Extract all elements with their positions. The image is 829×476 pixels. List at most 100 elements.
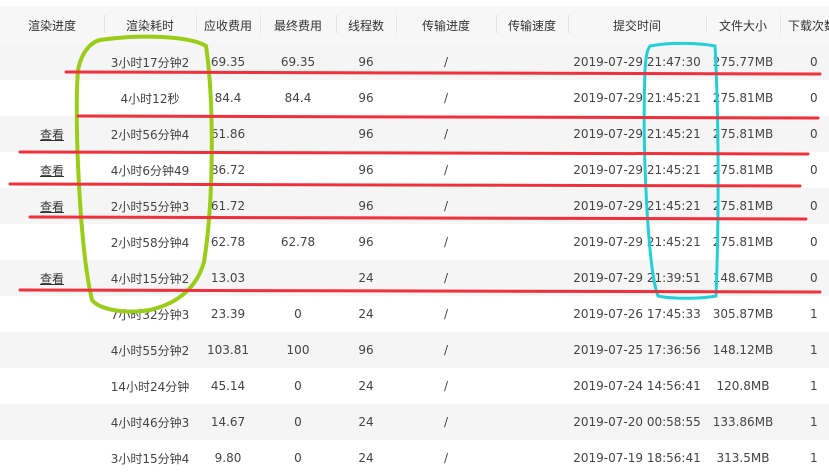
cell-threads: 96 (358, 127, 374, 141)
cell-render-progress (0, 44, 104, 80)
col-header-file-size: 文件大小 (718, 18, 767, 33)
cell-file-size: 275.81MB (712, 235, 774, 249)
cell-file-size: 120.8MB (716, 379, 770, 393)
table-row[interactable]: 4小时46分钟3 14.67 0 24 / 2019-07-20 00:58:55 133.… (0, 404, 829, 440)
table-row[interactable]: 4小时55分钟2 103.81 100 96 / 2019-07-25 17:36:56 1… (0, 332, 829, 368)
cell-render-duration: 4小时46分钟3 (110, 415, 190, 430)
cell-due-fee: 14.67 (210, 415, 246, 429)
cell-transfer-progress: / (443, 163, 449, 177)
cell-render-progress: 查看 (0, 188, 104, 224)
cell-due-fee: 86.72 (210, 163, 246, 177)
table-row[interactable]: 查看 2小时56分钟4 61.86 96 / 2019-07-29 21:45:21 275… (0, 116, 829, 152)
cell-render-duration: 14小时24分钟 (110, 379, 190, 394)
cell-final-fee: 0 (294, 379, 302, 393)
cell-render-duration: 4小时15分钟2 (110, 271, 190, 286)
cell-final-fee (260, 188, 336, 224)
cell-final-fee: 0 (294, 415, 302, 429)
cell-download-count: 1 (810, 307, 818, 321)
cell-transfer-speed (496, 116, 568, 152)
table-row[interactable]: 7小时32分钟3 23.39 0 24 / 2019-07-26 17:45:33 305.… (0, 296, 829, 332)
cell-render-progress (0, 332, 104, 368)
cell-final-fee (260, 260, 336, 296)
cell-download-count: 1 (810, 343, 818, 357)
cell-transfer-progress: / (443, 127, 449, 141)
cell-transfer-progress: / (443, 55, 449, 69)
cell-final-fee (260, 152, 336, 188)
cell-submit-time: 2019-07-20 00:58:55 (573, 415, 701, 429)
cell-final-fee: 100 (286, 343, 310, 357)
cell-transfer-progress: / (443, 91, 449, 105)
table-row[interactable]: 查看 2小时55分钟3 61.72 96 / 2019-07-29 21:45:21 275… (0, 188, 829, 224)
table-row[interactable]: 2小时58分钟4 62.78 62.78 96 / 2019-07-29 21:45:21… (0, 224, 829, 260)
cell-due-fee: 61.86 (210, 127, 246, 141)
cell-render-duration: 4小时55分钟2 (110, 343, 190, 358)
col-header-final-fee: 最终费用 (273, 18, 322, 33)
cell-due-fee: 9.80 (214, 451, 242, 465)
cell-final-fee: 0 (294, 451, 302, 465)
cell-due-fee: 84.4 (214, 91, 242, 105)
render-tasks-table: 渲染进度 渲染耗时 应收费用 最终费用 线程数 传输进度 传输速度 提交时间 文… (0, 6, 829, 476)
view-link[interactable]: 查看 (40, 270, 64, 287)
col-header-due-fee: 应收费用 (203, 18, 252, 33)
cell-transfer-progress: / (443, 343, 449, 357)
cell-transfer-speed (496, 224, 568, 260)
cell-download-count: 0 (810, 271, 818, 285)
cell-render-progress (0, 296, 104, 332)
cell-render-duration: 3小时17分钟2 (110, 55, 190, 70)
col-header-submit-time: 提交时间 (612, 18, 661, 33)
cell-download-count: 0 (810, 55, 818, 69)
cell-download-count: 1 (810, 379, 818, 393)
cell-due-fee: 103.81 (207, 343, 249, 357)
cell-render-progress (0, 80, 104, 116)
table-row[interactable]: 14小时24分钟 45.14 0 24 / 2019-07-24 14:56:41 120.… (0, 368, 829, 404)
table-row[interactable]: 3小时17分钟2 69.35 69.35 96 / 2019-07-29 21:47:30… (0, 44, 829, 80)
table-row[interactable]: 查看 4小时15分钟2 13.03 24 / 2019-07-29 21:39:51 148… (0, 260, 829, 296)
cell-download-count: 0 (810, 235, 818, 249)
table-row[interactable]: 3小时15分钟4 9.80 0 24 / 2019-07-19 18:56:41 313.5… (0, 440, 829, 476)
cell-threads: 96 (358, 199, 374, 213)
cell-file-size: 305.87MB (712, 307, 774, 321)
cell-due-fee: 62.78 (210, 235, 246, 249)
cell-render-duration: 3小时15分钟4 (110, 451, 190, 466)
view-link[interactable]: 查看 (40, 126, 64, 143)
cell-transfer-speed (496, 332, 568, 368)
cell-submit-time: 2019-07-29 21:45:21 (573, 127, 701, 141)
cell-submit-time: 2019-07-29 21:47:30 (573, 55, 701, 69)
cell-threads: 24 (358, 451, 374, 465)
cell-threads: 24 (358, 379, 374, 393)
cell-threads: 24 (358, 307, 374, 321)
cell-transfer-progress: / (443, 235, 449, 249)
cell-final-fee: 84.4 (284, 91, 312, 105)
cell-transfer-progress: / (443, 307, 449, 321)
cell-transfer-speed (496, 260, 568, 296)
cell-submit-time: 2019-07-29 21:39:51 (573, 271, 701, 285)
cell-file-size: 275.81MB (712, 91, 774, 105)
view-link[interactable]: 查看 (40, 198, 64, 215)
cell-due-fee: 13.03 (210, 271, 246, 285)
cell-submit-time: 2019-07-29 21:45:21 (573, 199, 701, 213)
cell-render-progress: 查看 (0, 260, 104, 296)
cell-threads: 96 (358, 235, 374, 249)
cell-submit-time: 2019-07-25 17:36:56 (573, 343, 701, 357)
cell-file-size: 275.81MB (712, 127, 774, 141)
col-header-download-count: 下载次数 (788, 18, 829, 33)
cell-file-size: 148.12MB (712, 343, 774, 357)
table-row[interactable]: 4小时12秒 84.4 84.4 96 / 2019-07-29 21:45:21 275.… (0, 80, 829, 116)
cell-submit-time: 2019-07-29 21:45:21 (573, 235, 701, 249)
cell-render-progress (0, 224, 104, 260)
cell-download-count: 0 (810, 199, 818, 213)
cell-render-duration: 7小时32分钟3 (110, 307, 190, 322)
cell-download-count: 0 (810, 127, 818, 141)
cell-transfer-progress: / (443, 379, 449, 393)
cell-file-size: 148.67MB (712, 271, 774, 285)
view-link[interactable]: 查看 (40, 162, 64, 179)
cell-render-progress (0, 440, 104, 476)
cell-render-duration: 4小时6分钟49 (110, 163, 190, 178)
cell-threads: 96 (358, 343, 374, 357)
table-row[interactable]: 查看 4小时6分钟49 86.72 96 / 2019-07-29 21:45:21 275… (0, 152, 829, 188)
cell-file-size: 313.5MB (716, 451, 770, 465)
cell-render-duration: 2小时55分钟3 (110, 199, 190, 214)
cell-render-progress (0, 404, 104, 440)
cell-transfer-progress: / (443, 199, 449, 213)
cell-transfer-speed (496, 368, 568, 404)
